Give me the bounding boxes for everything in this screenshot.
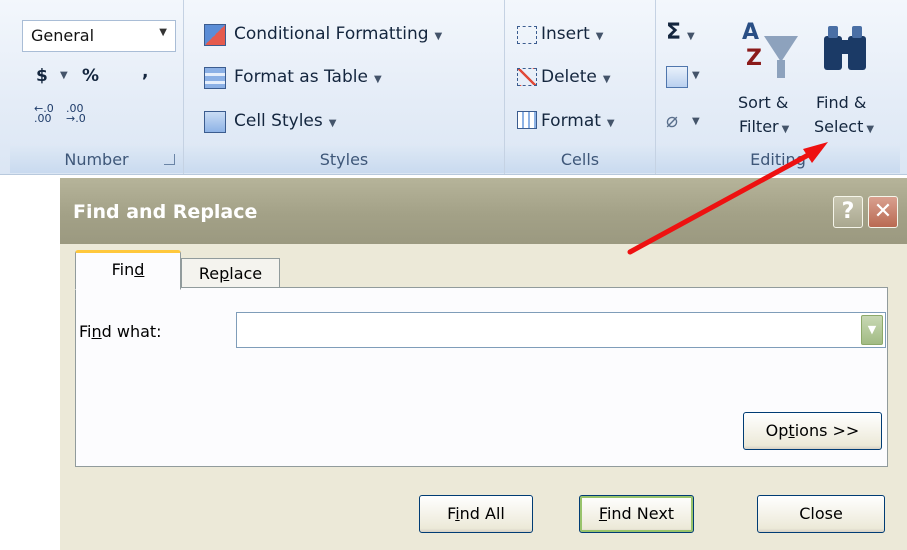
find-next-label: Find Next (598, 504, 675, 523)
chevron-down-icon[interactable]: ▼ (60, 70, 68, 81)
find-replace-dialog: Find and Replace ? ✕ Find Replace Find w… (60, 178, 907, 550)
find-select-label-line2: Select ▼ (814, 117, 875, 136)
sort-filter-label-line1: Sort & (738, 93, 789, 112)
help-icon: ? (841, 199, 855, 224)
insert-label: Insert (541, 24, 590, 44)
format-as-table-label: Format as Table (234, 67, 368, 87)
number-format-value: General (31, 26, 95, 45)
ribbon: General ▼ $ ▼ % , ←.0.00 .00 →.0 Number C… (0, 0, 907, 175)
format-label: Format (541, 111, 601, 131)
styles-group: Conditional Formatting ▼ Format as Table ▼… (184, 0, 505, 174)
conditional-formatting-label: Conditional Formatting (234, 24, 429, 44)
cells-group-label: Cells (505, 146, 655, 173)
find-all-label: Find All (447, 504, 505, 523)
currency-button[interactable]: $ (36, 66, 48, 86)
format-as-table-icon (204, 67, 226, 89)
conditional-formatting-icon (204, 24, 226, 46)
delete-label: Delete (541, 67, 597, 87)
editing-group: Σ ▼ ▼ ⌀ ▼ A Z Sort & Filter ▼ Find & Sel… (656, 0, 900, 174)
find-all-button[interactable]: Find All (419, 495, 533, 533)
options-button-label: Options >> (765, 421, 860, 440)
find-select-label-line1: Find & (816, 93, 867, 112)
chevron-down-icon[interactable]: ▼ (692, 70, 700, 81)
dialog-launcher-icon[interactable] (164, 154, 175, 165)
format-as-table-button[interactable]: Format as Table ▼ (234, 67, 382, 87)
format-button[interactable]: Format ▼ (541, 111, 615, 131)
tab-replace-label: Replace (198, 264, 263, 283)
find-what-input[interactable]: ▼ (236, 312, 886, 348)
number-group: General ▼ $ ▼ % , ←.0.00 .00 →.0 Number (10, 0, 184, 174)
decrease-decimal-icon[interactable]: .00 →.0 (66, 103, 86, 124)
comma-style-button[interactable]: , (142, 62, 148, 82)
close-window-button[interactable]: ✕ (868, 196, 898, 228)
insert-cells-icon (517, 26, 537, 44)
chevron-down-icon: ▼ (606, 118, 615, 129)
clear-eraser-icon[interactable]: ⌀ (666, 108, 678, 132)
cells-group: Insert ▼ Delete ▼ Format ▼ Cells (505, 0, 656, 174)
cell-styles-button[interactable]: Cell Styles ▼ (234, 111, 336, 131)
percent-button[interactable]: % (82, 66, 99, 86)
delete-cells-icon (517, 68, 537, 86)
chevron-down-icon: ▼ (373, 74, 382, 85)
chevron-down-icon[interactable]: ▼ (692, 116, 700, 127)
dialog-title: Find and Replace (73, 201, 258, 223)
help-button[interactable]: ? (833, 196, 863, 228)
options-button[interactable]: Options >> (743, 412, 882, 450)
fill-down-icon[interactable] (666, 66, 688, 88)
chevron-down-icon: ▼ (328, 118, 337, 129)
close-button-label: Close (799, 504, 843, 523)
cell-styles-icon (204, 111, 226, 133)
find-what-label: Find what: (79, 322, 162, 341)
conditional-formatting-button[interactable]: Conditional Formatting ▼ (234, 24, 442, 44)
delete-button[interactable]: Delete ▼ (541, 67, 611, 87)
chevron-down-icon[interactable]: ▼ (861, 315, 883, 345)
number-format-dropdown[interactable]: General ▼ (22, 20, 176, 52)
chevron-down-icon: ▼ (595, 31, 604, 42)
sort-filter-button[interactable]: A Z Sort & Filter ▼ (736, 14, 802, 144)
chevron-down-icon: ▼ (687, 31, 695, 42)
sigma-icon: Σ (666, 20, 682, 45)
styles-group-label: Styles (184, 146, 504, 173)
tab-replace[interactable]: Replace (181, 258, 280, 288)
chevron-down-icon: ▼ (159, 27, 167, 38)
tab-find[interactable]: Find (75, 250, 181, 290)
sort-filter-icon: A Z (742, 20, 798, 80)
cell-styles-label: Cell Styles (234, 111, 323, 131)
autosum-button[interactable]: Σ ▼ (666, 20, 695, 45)
number-group-label: Number (10, 146, 183, 173)
insert-button[interactable]: Insert ▼ (541, 24, 603, 44)
sort-filter-label-line2: Filter ▼ (739, 117, 790, 136)
find-next-button[interactable]: Find Next (579, 495, 694, 533)
editing-group-label: Editing (656, 146, 900, 173)
chevron-down-icon: ▼ (602, 74, 611, 85)
find-select-button[interactable]: Find & Select ▼ (814, 14, 894, 144)
chevron-down-icon: ▼ (434, 31, 443, 42)
close-button[interactable]: Close (757, 495, 885, 533)
tab-find-label: Find (111, 260, 145, 279)
binoculars-icon (822, 24, 870, 74)
increase-decimal-icon[interactable]: ←.0.00 (34, 103, 54, 124)
format-cells-icon (517, 111, 537, 129)
close-icon: ✕ (873, 199, 893, 224)
dialog-titlebar[interactable]: Find and Replace ? ✕ (60, 178, 907, 244)
